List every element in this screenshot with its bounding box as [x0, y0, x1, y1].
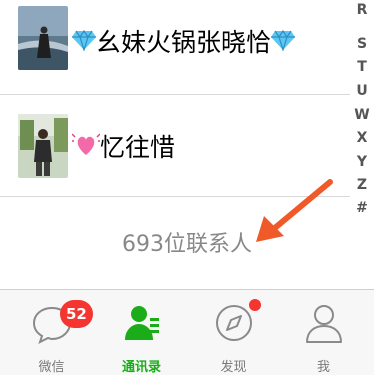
contact-name: 幺妹火锅张晓恰 — [96, 28, 272, 57]
unread-badge: 52 — [60, 300, 93, 328]
diamond-icon — [72, 28, 96, 58]
tab-label: 通讯录 — [121, 360, 161, 375]
index-letter[interactable]: Y — [350, 154, 374, 170]
tab-label: 微信 — [38, 360, 65, 375]
contact-name-row: 幺妹火锅张晓恰 — [72, 28, 296, 58]
compass-icon — [214, 302, 254, 344]
divider — [0, 94, 350, 95]
tab-me[interactable]: 我 — [277, 290, 370, 375]
index-letter[interactable]: X — [350, 130, 374, 146]
annotation-arrow-icon — [256, 179, 333, 242]
contact-row[interactable]: 幺妹火锅张晓恰 — [0, 0, 350, 86]
tab-discover[interactable]: 发现 — [187, 290, 280, 375]
person-icon — [304, 302, 344, 344]
tab-bar: 微信 52 通讯录 发现 我 — [0, 289, 374, 375]
index-letter[interactable]: R — [350, 2, 374, 18]
index-letter[interactable]: U — [350, 83, 374, 99]
notification-dot — [249, 299, 261, 311]
index-letter[interactable]: S — [350, 36, 374, 52]
diamond-icon — [271, 28, 296, 58]
tab-label: 发现 — [220, 360, 247, 375]
contact-name: 忆往惜 — [100, 132, 176, 162]
contact-name-row: 忆往惜 — [71, 131, 176, 164]
sparkling-heart-icon — [71, 131, 101, 164]
index-letter[interactable]: Z — [350, 177, 374, 193]
avatar — [18, 6, 68, 70]
contacts-icon — [122, 302, 162, 344]
tab-contacts[interactable]: 通讯录 — [95, 290, 188, 375]
tab-label: 我 — [316, 360, 330, 375]
index-letter[interactable]: # — [350, 200, 374, 216]
index-letter[interactable]: W — [350, 107, 374, 123]
index-letter[interactable]: T — [350, 59, 374, 75]
avatar — [18, 114, 68, 178]
